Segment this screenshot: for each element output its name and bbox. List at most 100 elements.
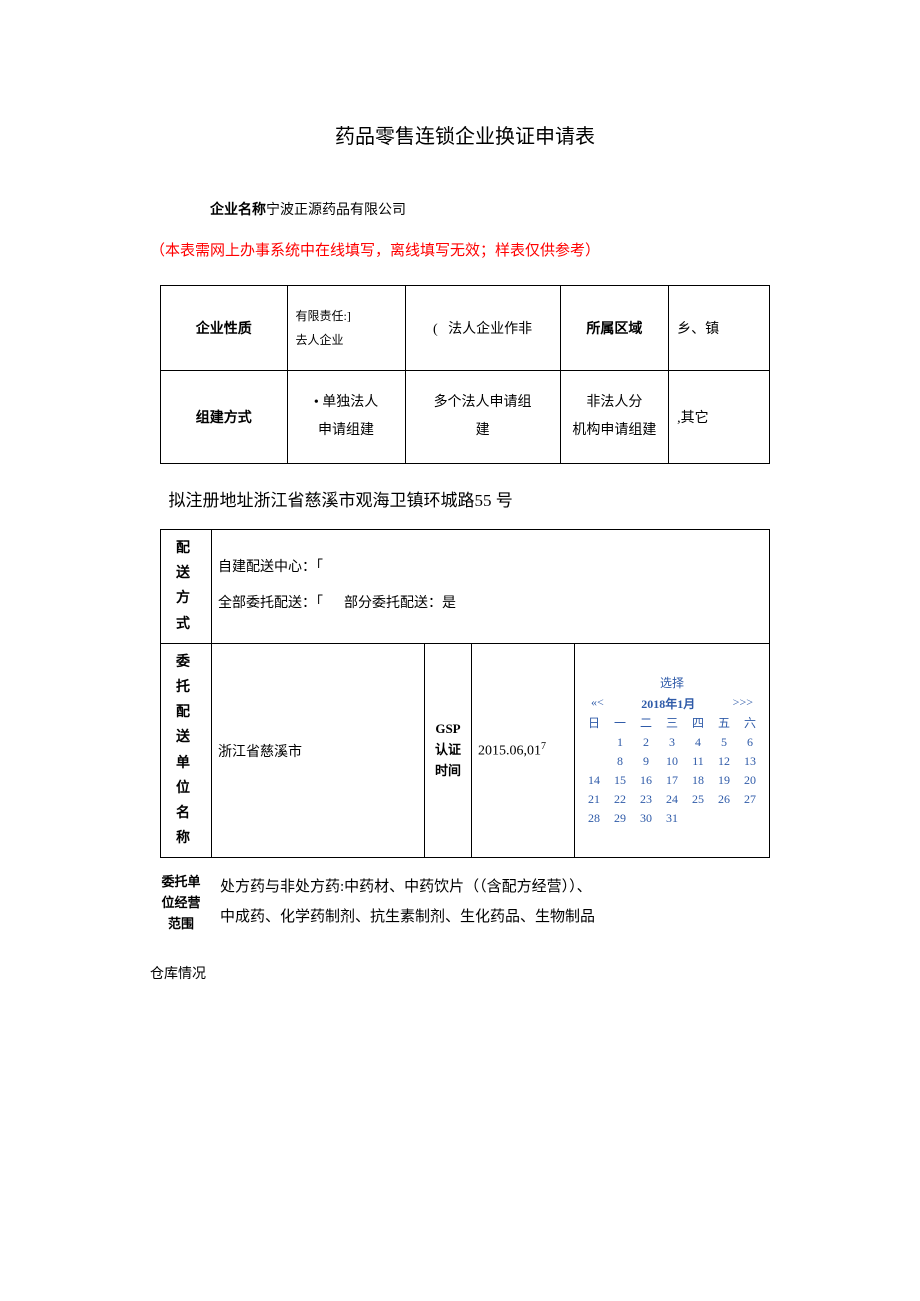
text-limited-b: 去人企业 (296, 328, 397, 352)
calendar-day[interactable] (581, 752, 607, 771)
text-limited-a: 有限责任:] (296, 304, 397, 328)
calendar-day[interactable]: 5 (711, 733, 737, 752)
calendar-day[interactable]: 2 (633, 733, 659, 752)
calendar-day[interactable]: 27 (737, 790, 763, 809)
calendar-day[interactable]: 14 (581, 771, 607, 790)
calendar-day[interactable]: 28 (581, 809, 607, 828)
page: 药品零售连锁企业换证申请表 企业名称宁波正源药品有限公司 （本表需网上办事系统中… (0, 0, 920, 1301)
table-row: 企业性质 有限责任:] 去人企业 ( 法人企业作非 所属区域 乡、镇 (161, 286, 770, 371)
calendar-day[interactable]: 22 (607, 790, 633, 809)
calendar-row: 1 2 3 4 5 6 (581, 733, 763, 752)
calendar-next[interactable]: >>> (733, 695, 753, 712)
text-delivery-label: 配送方式 (176, 541, 196, 632)
cell-region-value: 乡、镇 (669, 286, 770, 371)
cell-legal-entity: ( 法人企业作非 (405, 286, 560, 371)
text-single: 单独法人 申请组建 (318, 395, 378, 438)
calendar-day[interactable]: 13 (737, 752, 763, 771)
cell-entrust-unit-value: 浙江省慈溪市 (212, 643, 425, 858)
calendar-day[interactable] (711, 809, 737, 828)
calendar-choose[interactable]: 选择 (581, 674, 763, 691)
delivery-table: 配送方式 自建配送中心：「 全部委托配送：「 部分委托配送：是 委托配送单位名称… (160, 529, 770, 858)
calendar-day[interactable]: 23 (633, 790, 659, 809)
calendar-day[interactable]: 31 (659, 809, 685, 828)
calendar-row: 14 15 16 17 18 19 20 (581, 771, 763, 790)
table-row: 委托配送单位名称 浙江省慈溪市 GSP认证时间 2015.06,017 选择 «… (161, 643, 770, 858)
calendar-day[interactable]: 24 (659, 790, 685, 809)
opt-entrust-line: 全部委托配送：「 部分委托配送：是 (218, 586, 763, 622)
label-gsp-time: GSP认证时间 (425, 643, 472, 858)
cell-nonlegal-branch: 非法人分 机构申请组建 (560, 371, 669, 464)
text-entrust-unit-label: 委托配送单位名称 (176, 655, 196, 846)
table-row: 组建方式 • 单独法人 申请组建 多个法人申请组 建 非法人分 机构申请组建 ,… (161, 371, 770, 464)
calendar-day[interactable]: 19 (711, 771, 737, 790)
calendar-day[interactable]: 17 (659, 771, 685, 790)
label-formation: 组建方式 (161, 371, 288, 464)
cell-single-legal: • 单独法人 申请组建 (287, 371, 405, 464)
scope-label: 委托单位经营范围 (160, 872, 202, 934)
scope-value: 处方药与非处方药:中药材、中药饮片（（含配方经营））、 中成药、化学药制剂、抗生… (202, 872, 770, 934)
calendar-day[interactable]: 11 (685, 752, 711, 771)
cell-limited-liability: 有限责任:] 去人企业 (287, 286, 405, 371)
scope-section: 委托单位经营范围 处方药与非处方药:中药材、中药饮片（（含配方经营））、 中成药… (160, 872, 770, 934)
calendar-widget[interactable]: 选择 «< 2018年1月 >>> 日 一 二 三 四 五 六 (575, 643, 770, 858)
calendar-day[interactable] (737, 809, 763, 828)
dow: 日 (581, 712, 607, 733)
calendar-day[interactable]: 26 (711, 790, 737, 809)
company-name: 宁波正源药品有限公司 (266, 203, 406, 218)
notice-text: （本表需网上办事系统中在线填写，离线填写无效；样表仅供参考） (150, 239, 770, 260)
table-row: 配送方式 自建配送中心：「 全部委托配送：「 部分委托配送：是 (161, 530, 770, 644)
dow: 五 (711, 712, 737, 733)
calendar-day[interactable]: 21 (581, 790, 607, 809)
address-line: 拟注册地址浙江省慈溪市观海卫镇环城路55 号 (160, 486, 770, 511)
calendar-day[interactable]: 25 (685, 790, 711, 809)
calendar-day[interactable] (685, 809, 711, 828)
opt-partial-entrust: 部分委托配送：是 (344, 596, 456, 611)
label-region: 所属区域 (560, 286, 669, 371)
calendar-nav: «< 2018年1月 >>> (581, 695, 763, 712)
dow: 六 (737, 712, 763, 733)
calendar-dow-row: 日 一 二 三 四 五 六 (581, 712, 763, 733)
dow: 四 (685, 712, 711, 733)
cell-other: ,其它 (669, 371, 770, 464)
calendar-day[interactable]: 3 (659, 733, 685, 752)
gsp-sup: 7 (541, 741, 546, 752)
paren: ( (433, 322, 438, 337)
calendar-day[interactable]: 15 (607, 771, 633, 790)
calendar-day[interactable]: 29 (607, 809, 633, 828)
address-label: 拟注册地址 (169, 491, 254, 510)
calendar-day[interactable]: 18 (685, 771, 711, 790)
cell-gsp-value: 2015.06,017 (472, 643, 575, 858)
calendar-day[interactable]: 30 (633, 809, 659, 828)
calendar-day[interactable]: 8 (607, 752, 633, 771)
calendar-day[interactable]: 6 (737, 733, 763, 752)
opt-self-build: 自建配送中心：「 (218, 550, 763, 586)
calendar-day[interactable]: 12 (711, 752, 737, 771)
calendar-day[interactable]: 9 (633, 752, 659, 771)
calendar-month: 2018年1月 (641, 695, 695, 712)
company-label: 企业名称 (210, 203, 266, 218)
calendar-row: 21 22 23 24 25 26 27 (581, 790, 763, 809)
calendar-day[interactable]: 20 (737, 771, 763, 790)
gsp-date-text: 2015.06,01 (478, 744, 541, 759)
cell-multi-legal: 多个法人申请组 建 (405, 371, 560, 464)
label-delivery-method: 配送方式 (161, 530, 212, 644)
calendar-prev[interactable]: «< (591, 695, 604, 712)
calendar-row: 8 9 10 11 12 13 (581, 752, 763, 771)
calendar-day[interactable]: 1 (607, 733, 633, 752)
cell-delivery-options: 自建配送中心：「 全部委托配送：「 部分委托配送：是 (212, 530, 770, 644)
bullet-icon: • (314, 395, 319, 410)
dow: 三 (659, 712, 685, 733)
address-value: 浙江省慈溪市观海卫镇环城路55 号 (254, 491, 513, 510)
calendar-day[interactable] (581, 733, 607, 752)
calendar-row: 28 29 30 31 (581, 809, 763, 828)
company-line: 企业名称宁波正源药品有限公司 (210, 199, 770, 219)
dow: 二 (633, 712, 659, 733)
warehouse-heading: 仓库情况 (150, 963, 770, 983)
scope-line1: 处方药与非处方药:中药材、中药饮片（（含配方经营））、 (220, 872, 770, 902)
calendar-day[interactable]: 4 (685, 733, 711, 752)
label-enterprise-nature: 企业性质 (161, 286, 288, 371)
calendar-day[interactable]: 16 (633, 771, 659, 790)
calendar-day[interactable]: 10 (659, 752, 685, 771)
dow: 一 (607, 712, 633, 733)
text-legal: 法人企业作非 (448, 322, 532, 337)
